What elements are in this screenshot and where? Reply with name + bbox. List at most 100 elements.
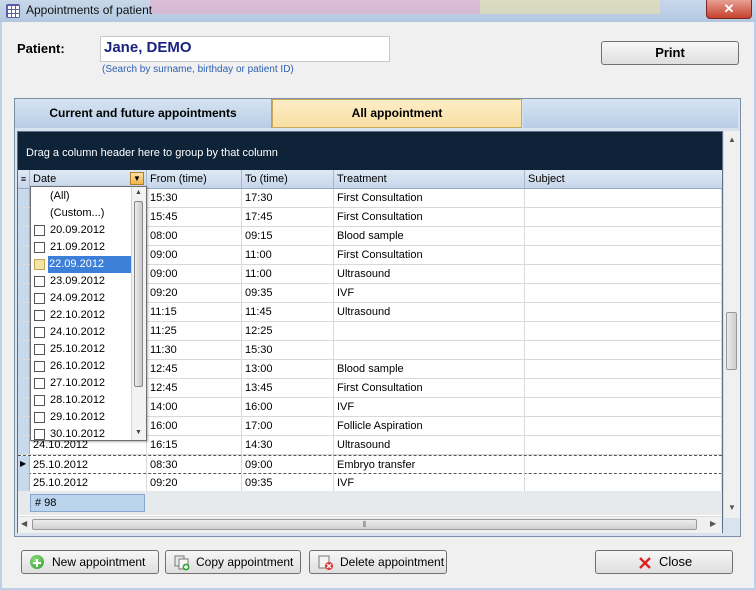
cell-treatment[interactable]: Ultrasound — [334, 303, 525, 321]
date-filter-option[interactable]: 26.10.2012 — [31, 358, 132, 375]
tab-current-future-appointments[interactable]: Current and future appointments — [15, 99, 272, 128]
cell-subject[interactable] — [525, 265, 722, 283]
filter-checkbox[interactable] — [34, 276, 45, 287]
new-appointment-button[interactable]: New appointment — [21, 550, 159, 574]
date-filter-option[interactable]: 29.10.2012 — [31, 409, 132, 426]
date-filter-option[interactable]: 22.10.2012 — [31, 307, 132, 324]
table-row[interactable]: ▶ 25.10.2012 08:30 09:00 Embryo transfer — [18, 455, 722, 474]
cell-subject[interactable] — [525, 379, 722, 397]
cell-treatment[interactable]: Ultrasound — [334, 265, 525, 283]
window-close-button[interactable]: ✕ — [706, 0, 752, 19]
column-header-subject[interactable]: Subject — [525, 170, 722, 188]
row-indicator[interactable] — [18, 341, 30, 359]
filter-checkbox[interactable] — [34, 412, 45, 423]
row-indicator[interactable]: ▶ — [18, 456, 30, 474]
cell-to[interactable]: 15:30 — [242, 341, 334, 359]
row-indicator[interactable] — [18, 189, 30, 207]
copy-appointment-button[interactable]: Copy appointment — [165, 550, 301, 574]
dropdown-scrollbar[interactable]: ▲ ▼ — [131, 187, 146, 440]
cell-to[interactable]: 09:00 — [242, 456, 334, 474]
cell-to[interactable]: 12:25 — [242, 322, 334, 340]
cell-subject[interactable] — [525, 360, 722, 378]
cell-treatment[interactable] — [334, 341, 525, 359]
column-chooser-icon[interactable]: ≡ — [18, 170, 30, 188]
vertical-scrollbar[interactable]: ▲ ▼ — [723, 131, 740, 518]
filter-checkbox[interactable] — [34, 293, 45, 304]
scroll-right-icon[interactable]: ▶ — [710, 519, 716, 528]
cell-from[interactable]: 11:30 — [147, 341, 242, 359]
date-filter-option[interactable]: 27.10.2012 — [31, 375, 132, 392]
date-filter-dropdown[interactable]: (All) (Custom...) 20.09.2012 21.09.2012 22.0… — [30, 186, 147, 441]
cell-treatment[interactable]: IVF — [334, 474, 525, 492]
date-filter-option[interactable]: 23.09.2012 — [31, 273, 132, 290]
row-indicator[interactable] — [18, 417, 30, 435]
date-filter-option[interactable]: 22.09.2012 — [31, 256, 132, 273]
cell-to[interactable]: 11:00 — [242, 265, 334, 283]
horizontal-scrollbar[interactable]: ◀ ⦀ ▶ — [18, 516, 722, 533]
cell-from[interactable]: 16:15 — [147, 436, 242, 454]
date-filter-option[interactable]: (All) — [31, 188, 132, 205]
date-filter-option[interactable]: 30.10.2012 — [31, 426, 132, 440]
filter-checkbox[interactable] — [34, 242, 45, 253]
date-filter-option[interactable]: 25.10.2012 — [31, 341, 132, 358]
scroll-down-icon[interactable]: ▼ — [135, 429, 142, 436]
cell-from[interactable]: 09:00 — [147, 246, 242, 264]
cell-treatment[interactable] — [334, 322, 525, 340]
cell-subject[interactable] — [525, 474, 722, 492]
date-filter-option[interactable]: 28.10.2012 — [31, 392, 132, 409]
cell-subject[interactable] — [525, 436, 722, 454]
cell-treatment[interactable]: IVF — [334, 398, 525, 416]
date-filter-option[interactable]: 21.09.2012 — [31, 239, 132, 256]
cell-treatment[interactable]: Embryo transfer — [334, 456, 525, 474]
scroll-up-icon[interactable]: ▲ — [728, 135, 736, 144]
row-indicator[interactable] — [18, 284, 30, 302]
row-indicator[interactable] — [18, 436, 30, 454]
cell-treatment[interactable]: Blood sample — [334, 360, 525, 378]
cell-to[interactable]: 09:35 — [242, 284, 334, 302]
row-indicator[interactable] — [18, 322, 30, 340]
print-button[interactable]: Print — [601, 41, 739, 65]
cell-date[interactable]: 25.10.2012 — [30, 474, 147, 492]
filter-checkbox[interactable] — [34, 310, 45, 321]
dropdown-scroll-thumb[interactable] — [134, 201, 143, 387]
cell-from[interactable]: 14:00 — [147, 398, 242, 416]
cell-subject[interactable] — [525, 227, 722, 245]
cell-subject[interactable] — [525, 208, 722, 226]
filter-checkbox[interactable] — [34, 429, 45, 440]
cell-subject[interactable] — [525, 284, 722, 302]
row-indicator[interactable] — [18, 474, 30, 492]
cell-subject[interactable] — [525, 398, 722, 416]
cell-from[interactable]: 12:45 — [147, 379, 242, 397]
date-filter-option[interactable]: (Custom...) — [31, 205, 132, 222]
date-filter-option[interactable]: 24.09.2012 — [31, 290, 132, 307]
cell-date[interactable]: 25.10.2012 — [30, 456, 147, 474]
delete-appointment-button[interactable]: Delete appointment — [309, 550, 447, 574]
close-button[interactable]: Close — [595, 550, 733, 574]
cell-subject[interactable] — [525, 303, 722, 321]
cell-to[interactable]: 09:15 — [242, 227, 334, 245]
filter-checkbox[interactable] — [34, 361, 45, 372]
column-header-from[interactable]: From (time) — [147, 170, 242, 188]
horizontal-scroll-thumb[interactable]: ⦀ — [32, 519, 697, 530]
scroll-left-icon[interactable]: ◀ — [21, 519, 27, 528]
cell-from[interactable]: 16:00 — [147, 417, 242, 435]
cell-to[interactable]: 13:00 — [242, 360, 334, 378]
row-indicator[interactable] — [18, 246, 30, 264]
cell-to[interactable]: 17:45 — [242, 208, 334, 226]
filter-checkbox[interactable] — [34, 259, 45, 270]
cell-from[interactable]: 08:30 — [147, 456, 242, 474]
cell-subject[interactable] — [525, 322, 722, 340]
cell-from[interactable]: 09:20 — [147, 284, 242, 302]
column-header-to[interactable]: To (time) — [242, 170, 334, 188]
cell-treatment[interactable]: First Consultation — [334, 379, 525, 397]
cell-to[interactable]: 13:45 — [242, 379, 334, 397]
cell-treatment[interactable]: Blood sample — [334, 227, 525, 245]
cell-to[interactable]: 17:00 — [242, 417, 334, 435]
date-filter-option[interactable]: 20.09.2012 — [31, 222, 132, 239]
vertical-scroll-thumb[interactable] — [726, 312, 737, 370]
row-indicator[interactable] — [18, 303, 30, 321]
column-header-treatment[interactable]: Treatment — [334, 170, 525, 188]
tab-all-appointment[interactable]: All appointment — [272, 99, 522, 128]
filter-checkbox[interactable] — [34, 327, 45, 338]
cell-to[interactable]: 11:45 — [242, 303, 334, 321]
